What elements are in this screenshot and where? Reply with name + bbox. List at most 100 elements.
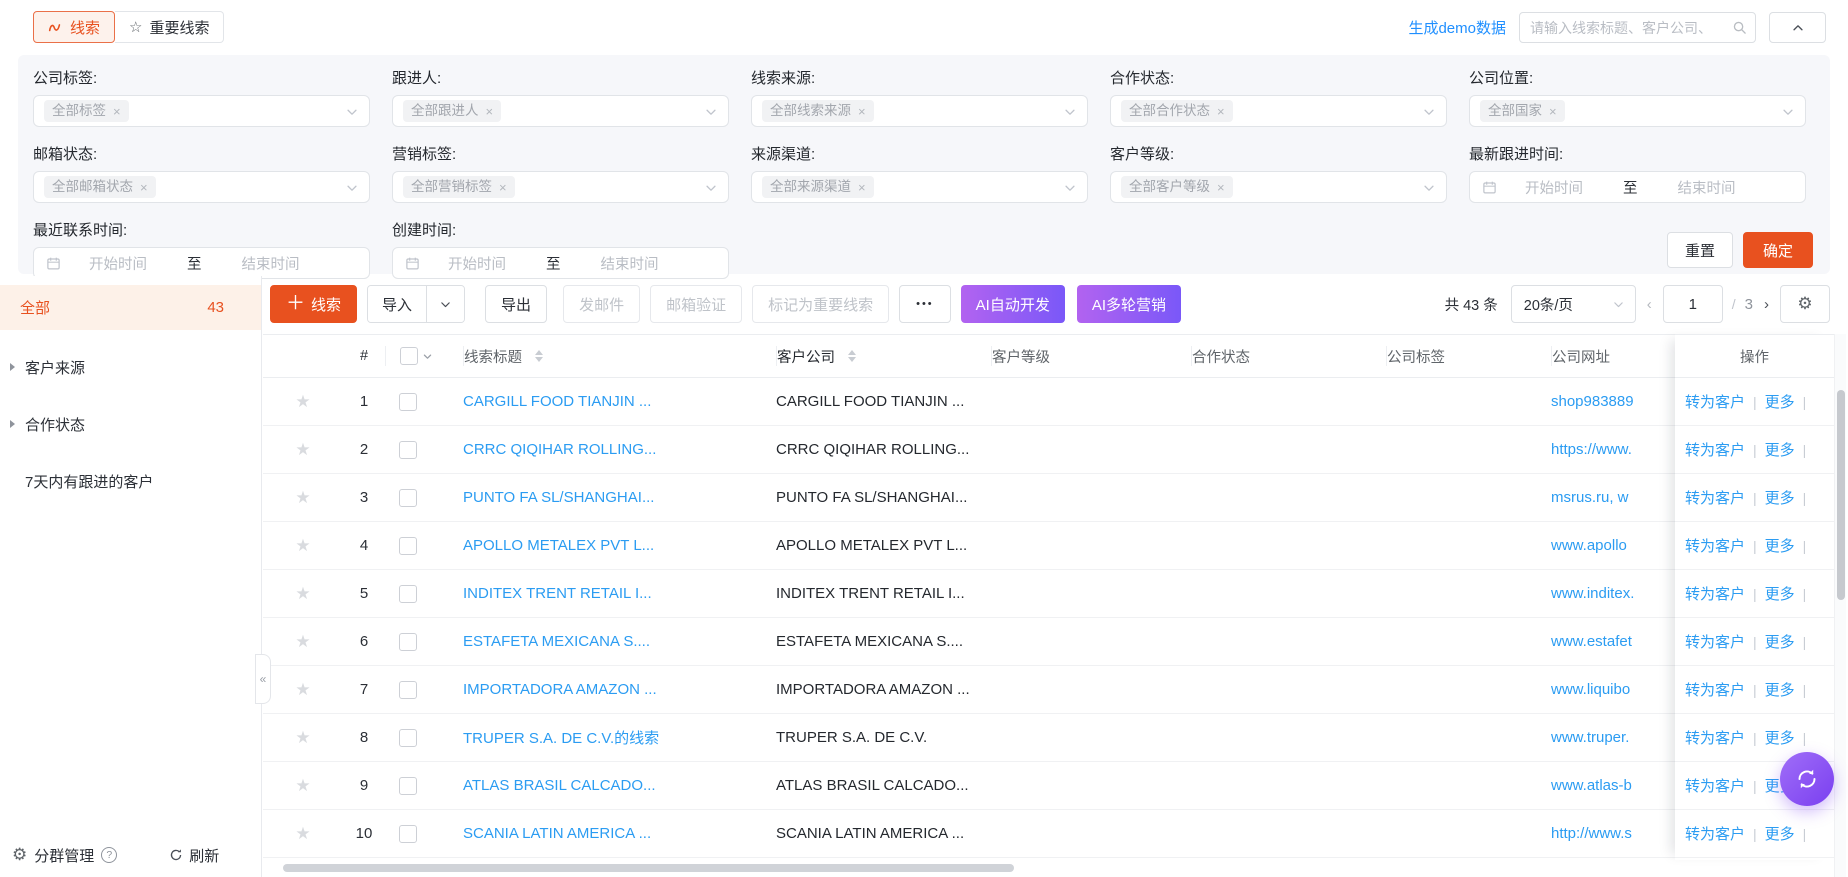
website-link[interactable]: shop983889 xyxy=(1551,393,1634,410)
favorite-star-icon[interactable]: ★ xyxy=(295,825,310,842)
favorite-star-icon[interactable]: ★ xyxy=(295,489,310,506)
favorite-star-icon[interactable]: ★ xyxy=(295,633,310,650)
ai-auto-develop-button[interactable]: AI自动开发 xyxy=(961,285,1065,323)
row-checkbox[interactable] xyxy=(399,729,417,747)
convert-to-customer-link[interactable]: 转为客户 xyxy=(1685,535,1745,556)
ai-multi-marketing-button[interactable]: AI多轮营销 xyxy=(1077,285,1181,323)
search-input[interactable] xyxy=(1530,20,1732,36)
sidebar-item-cooperation-status[interactable]: 合作状态 xyxy=(0,404,261,444)
website-link[interactable]: https://www. xyxy=(1551,441,1632,458)
group-manage-link[interactable]: 分群管理 xyxy=(34,845,94,866)
lead-title-link[interactable]: CRRC QIQIHAR ROLLING... xyxy=(463,441,656,458)
lead-title-link[interactable]: IMPORTADORA AMAZON ... xyxy=(463,681,657,698)
sidebar-item-all[interactable]: 全部 43 xyxy=(0,285,261,330)
convert-to-customer-link[interactable]: 转为客户 xyxy=(1685,775,1745,796)
website-link[interactable]: www.atlas-b xyxy=(1551,777,1632,794)
remove-chip-icon[interactable]: × xyxy=(1217,105,1225,118)
convert-to-customer-link[interactable]: 转为客户 xyxy=(1685,631,1745,652)
convert-to-customer-link[interactable]: 转为客户 xyxy=(1685,823,1745,844)
website-link[interactable]: www.inditex. xyxy=(1551,585,1634,602)
vertical-scrollbar[interactable] xyxy=(1834,334,1846,877)
filter-select[interactable]: 全部邮箱状态× xyxy=(33,171,370,203)
website-link[interactable]: www.estafet xyxy=(1551,633,1632,650)
date-range-input[interactable]: 开始时间 至 结束时间 xyxy=(1469,171,1806,203)
lead-title-link[interactable]: ATLAS BRASIL CALCADO... xyxy=(463,777,656,794)
send-email-button[interactable]: 发邮件 xyxy=(563,285,640,323)
remove-chip-icon[interactable]: × xyxy=(1549,105,1557,118)
vertical-scrollbar-thumb[interactable] xyxy=(1837,390,1845,600)
column-settings-button[interactable]: ⚙ xyxy=(1780,285,1830,323)
start-date-placeholder[interactable]: 开始时间 xyxy=(89,253,147,274)
row-checkbox[interactable] xyxy=(399,777,417,795)
favorite-star-icon[interactable]: ★ xyxy=(295,441,310,458)
sidebar-collapse-handle[interactable]: « xyxy=(255,654,271,704)
sort-icon[interactable] xyxy=(848,350,856,362)
select-all-checkbox[interactable] xyxy=(400,347,418,365)
filter-select[interactable]: 全部来源渠道× xyxy=(751,171,1088,203)
lead-title-link[interactable]: APOLLO METALEX PVT L... xyxy=(463,537,654,554)
help-icon[interactable]: ? xyxy=(101,847,117,863)
next-page-button[interactable]: › xyxy=(1762,296,1771,313)
filter-select[interactable]: 全部合作状态× xyxy=(1110,95,1447,127)
chevron-down-icon[interactable] xyxy=(422,351,433,362)
refresh-link[interactable]: 刷新 xyxy=(169,845,219,866)
remove-chip-icon[interactable]: × xyxy=(113,105,121,118)
import-button[interactable]: 导入 xyxy=(368,286,426,322)
row-checkbox[interactable] xyxy=(399,681,417,699)
favorite-star-icon[interactable]: ★ xyxy=(295,393,310,410)
end-date-placeholder[interactable]: 结束时间 xyxy=(242,253,300,274)
verify-email-button[interactable]: 邮箱验证 xyxy=(650,285,742,323)
sidebar-item-customer-source[interactable]: 客户来源 xyxy=(0,347,261,387)
tab-important-leads[interactable]: ☆ 重要线索 xyxy=(115,11,224,43)
favorite-star-icon[interactable]: ★ xyxy=(295,537,310,554)
lead-title-link[interactable]: PUNTO FA SL/SHANGHAI... xyxy=(463,489,654,506)
row-checkbox[interactable] xyxy=(399,489,417,507)
convert-to-customer-link[interactable]: 转为客户 xyxy=(1685,727,1745,748)
date-range-input[interactable]: 开始时间 至 结束时间 xyxy=(33,247,370,279)
remove-chip-icon[interactable]: × xyxy=(486,105,494,118)
convert-to-customer-link[interactable]: 转为客户 xyxy=(1685,487,1745,508)
favorite-star-icon[interactable]: ★ xyxy=(295,681,310,698)
horizontal-scrollbar-thumb[interactable] xyxy=(283,864,1014,872)
favorite-star-icon[interactable]: ★ xyxy=(295,585,310,602)
start-date-placeholder[interactable]: 开始时间 xyxy=(1525,177,1583,198)
tab-leads[interactable]: 线索 xyxy=(33,11,115,43)
lead-title-link[interactable]: SCANIA LATIN AMERICA ... xyxy=(463,825,651,842)
filter-select[interactable]: 全部国家× xyxy=(1469,95,1806,127)
website-link[interactable]: http://www.s xyxy=(1551,825,1632,842)
add-lead-button[interactable]: ＋ 线索 xyxy=(270,285,357,323)
import-dropdown-button[interactable] xyxy=(426,286,464,322)
more-link[interactable]: 更多 xyxy=(1765,583,1795,604)
floating-refresh-button[interactable] xyxy=(1780,752,1834,806)
end-date-placeholder[interactable]: 结束时间 xyxy=(1678,177,1736,198)
website-link[interactable]: msrus.ru, w xyxy=(1551,489,1629,506)
sidebar-item-followed-7days[interactable]: 7天内有跟进的客户 xyxy=(0,461,261,501)
header-title[interactable]: 线索标题 xyxy=(463,346,776,366)
row-checkbox[interactable] xyxy=(399,537,417,555)
filter-select[interactable]: 全部营销标签× xyxy=(392,171,729,203)
website-link[interactable]: www.liquibo xyxy=(1551,681,1630,698)
end-date-placeholder[interactable]: 结束时间 xyxy=(601,253,659,274)
more-link[interactable]: 更多 xyxy=(1765,631,1795,652)
more-link[interactable]: 更多 xyxy=(1765,823,1795,844)
row-checkbox[interactable] xyxy=(399,633,417,651)
filter-select[interactable]: 全部跟进人× xyxy=(392,95,729,127)
collapse-filters-button[interactable] xyxy=(1769,12,1826,43)
lead-title-link[interactable]: INDITEX TRENT RETAIL I... xyxy=(463,585,652,602)
more-link[interactable]: 更多 xyxy=(1765,487,1795,508)
more-actions-button[interactable]: ••• xyxy=(899,285,951,323)
date-range-input[interactable]: 开始时间 至 结束时间 xyxy=(392,247,729,279)
more-link[interactable]: 更多 xyxy=(1765,535,1795,556)
row-checkbox[interactable] xyxy=(399,825,417,843)
remove-chip-icon[interactable]: × xyxy=(858,105,866,118)
header-company[interactable]: 客户公司 xyxy=(776,346,991,366)
filter-select[interactable]: 全部客户等级× xyxy=(1110,171,1447,203)
row-checkbox[interactable] xyxy=(399,393,417,411)
filter-select[interactable]: 全部线索来源× xyxy=(751,95,1088,127)
remove-chip-icon[interactable]: × xyxy=(499,181,507,194)
website-link[interactable]: www.apollo xyxy=(1551,537,1627,554)
website-link[interactable]: www.truper. xyxy=(1551,729,1629,746)
row-checkbox[interactable] xyxy=(399,441,417,459)
start-date-placeholder[interactable]: 开始时间 xyxy=(448,253,506,274)
prev-page-button[interactable]: ‹ xyxy=(1645,296,1654,313)
